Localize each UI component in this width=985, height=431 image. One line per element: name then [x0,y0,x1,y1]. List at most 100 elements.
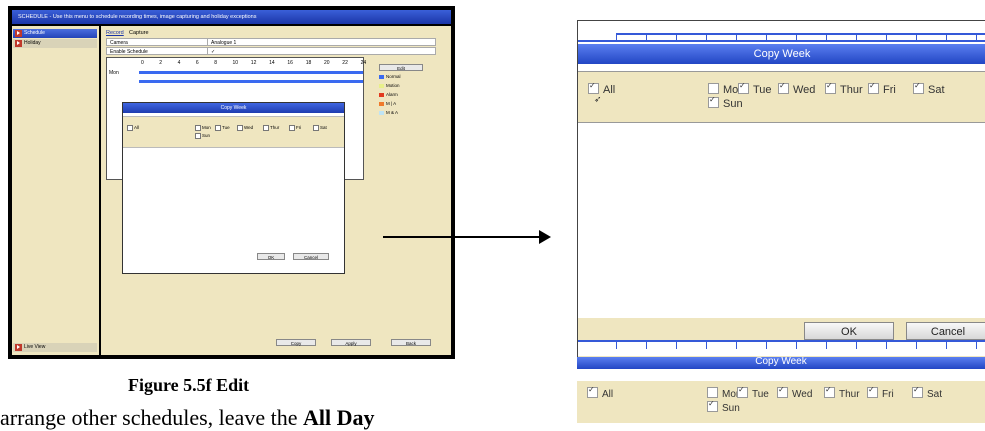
camera-select[interactable]: Analogue 1 [207,39,440,46]
day-checkbox-sun[interactable]: Sun [195,133,210,139]
day-checkbox-sat[interactable]: Sat [913,81,945,96]
day-checkbox-fri[interactable]: Fri [289,125,301,131]
timeline-hour-label: 2 [159,60,163,66]
day-label: Wed [793,84,816,96]
checkbox-icon [263,125,269,131]
ruler-tick [976,342,977,349]
day-checkbox-wed[interactable]: Wed [237,125,253,131]
ok-button[interactable]: OK [257,253,285,260]
legend-label: Normal [386,74,401,79]
ruler-tick [646,33,647,40]
ruler-tick [916,33,917,40]
day-checkbox-sat[interactable]: Sat [313,125,327,131]
day-label: Tue [752,389,769,400]
day-checkbox-sun[interactable]: Sun [708,95,743,110]
legend-label: Alarm [386,92,398,97]
enable-schedule-row: Enable Schedule ✓ [106,47,436,55]
day-label: Thur [839,389,860,400]
day-checkbox-tue[interactable]: Tue [737,385,769,400]
timeline-hour-label: 4 [177,60,181,66]
ruler-tick [616,33,617,40]
timeline-hour-label: 18 [305,60,312,66]
chevron-right-icon [15,344,22,351]
tab-record[interactable]: Record [106,30,124,36]
arrow-right-icon [539,230,551,244]
timeline-hour-label: 0 [141,60,144,66]
legend-swatch [379,101,384,106]
day-checkbox-thur[interactable]: Thur [825,81,863,96]
day-checkbox-tue[interactable]: Tue [215,125,230,131]
day-checkbox-sat[interactable]: Sat [912,385,942,400]
all-label: All [602,389,614,400]
cancel-button[interactable]: Cancel [906,322,985,340]
day-checkbox-wed[interactable]: Wed [778,81,816,96]
tab-capture[interactable]: Capture [129,30,149,36]
sidebar-item-label: Holiday [24,40,41,46]
timeline-hour-label: 24 [360,60,367,66]
camera-row: Camera Analogue 1 [106,38,436,46]
day-checkbox-fri[interactable]: Fri [867,385,894,400]
ruler-tick [976,33,977,40]
mouse-cursor-icon: ➶ [594,94,602,104]
sidebar-item-live-view[interactable]: Live View [13,343,97,352]
timeline-hour-label: 8 [214,60,217,66]
checkbox-icon [215,125,221,131]
sidebar-item-label: Schedule [24,30,45,36]
legend-item: M & A [379,110,398,115]
ok-button[interactable]: OK [804,322,894,340]
arrow-line [383,236,541,238]
checkbox-icon [313,125,319,131]
enable-schedule-label: Enable Schedule [110,49,148,55]
dialog-body: All ➶ MonTueWedThurFriSatSun [578,71,985,123]
ruler-tick [796,33,797,40]
apply-button[interactable]: Apply [331,339,371,346]
ruler-tick [946,33,947,40]
all-checkbox[interactable]: All [588,81,615,96]
dialog-title: Copy Week [577,357,985,369]
day-checkbox-tue[interactable]: Tue [738,81,772,96]
all-checkbox[interactable]: All [587,385,614,400]
schedule-screenshot: SCHEDULE - Use this menu to schedule rec… [8,6,455,359]
sidebar-item-holiday[interactable]: Holiday [13,39,97,48]
copy-button[interactable]: Copy [276,339,316,346]
ruler-tick [706,342,707,349]
body-text: arrange other schedules, leave the All D… [0,405,374,431]
day-checkbox-thur[interactable]: Thur [824,385,860,400]
ruler-tick [796,342,797,349]
edit-button[interactable]: Edit [379,64,423,71]
sidebar-item-label: Live View [24,344,46,350]
sidebar-item-schedule[interactable]: Schedule [13,29,97,38]
legend-label: M | A [386,101,397,106]
enable-schedule-checkbox[interactable]: ✓ [207,48,440,55]
dialog-body: All Mon Tue Wed Thur Fri Sat Sun [123,116,344,148]
legend-item: Motion [379,83,400,88]
figure-caption: Figure 5.5f Edit [128,375,250,395]
timeline-bar [139,80,363,83]
legend-swatch [379,92,384,97]
timeline-hour-label: 20 [324,60,330,66]
day-checkbox-mon[interactable]: Mon [195,125,211,131]
timeline-day-label: Mon [109,70,119,76]
checkbox-icon [708,95,719,108]
day-checkbox-thur[interactable]: Thur [263,125,279,131]
legend-label: Motion [386,83,400,88]
ruler-tick [856,342,857,349]
day-checkbox-sun[interactable]: Sun [707,399,740,414]
checkbox-icon [825,81,836,94]
day-checkbox-fri[interactable]: Fri [868,81,896,96]
body-text-plain: arrange other schedules, leave the [0,405,303,430]
ruler-line [616,33,985,35]
day-label: Sat [320,125,327,131]
checkbox-icon [913,81,924,94]
all-checkbox[interactable]: All [127,125,139,131]
legend-item: Normal [379,74,401,79]
checkbox-icon [824,385,835,398]
legend-swatch [379,110,384,115]
ruler-tick [736,33,737,40]
copy-week-dialog-fragment: Copy Week All MonTueWedThurFriSatSun [577,357,985,423]
cancel-button[interactable]: Cancel [293,253,329,260]
day-checkbox-wed[interactable]: Wed [777,385,812,400]
ruler-tick [676,33,677,40]
day-label: Sun [722,403,740,414]
back-button[interactable]: Back [391,339,431,346]
